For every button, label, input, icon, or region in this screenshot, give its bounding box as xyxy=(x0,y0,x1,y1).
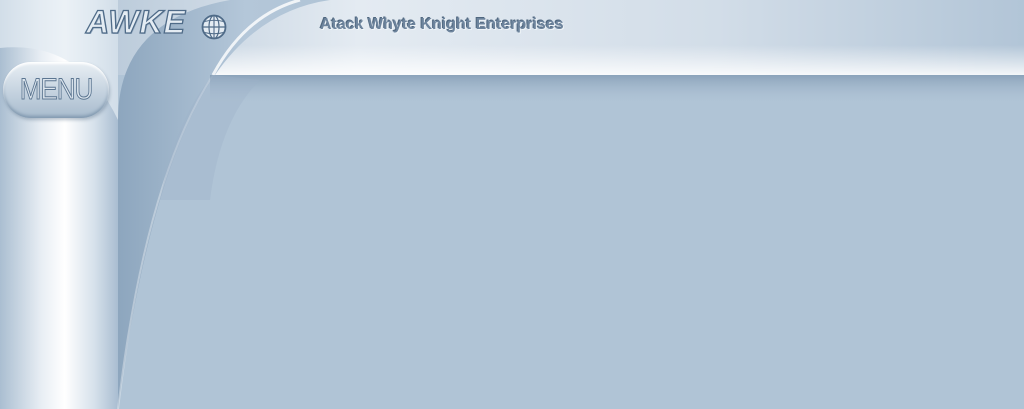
site-title: Atack Whyte Knight Enterprises xyxy=(320,16,564,33)
menu-button-label: MENU xyxy=(19,73,93,106)
decorative-backdrop xyxy=(0,0,1024,409)
logo-text: AWKE xyxy=(85,3,186,40)
page: AWKE Atack Whyte Knight Enterprises MENU xyxy=(0,0,1024,409)
menu-button[interactable]: MENU xyxy=(3,62,109,118)
logo[interactable]: AWKE xyxy=(85,2,232,46)
globe-icon xyxy=(201,14,227,40)
